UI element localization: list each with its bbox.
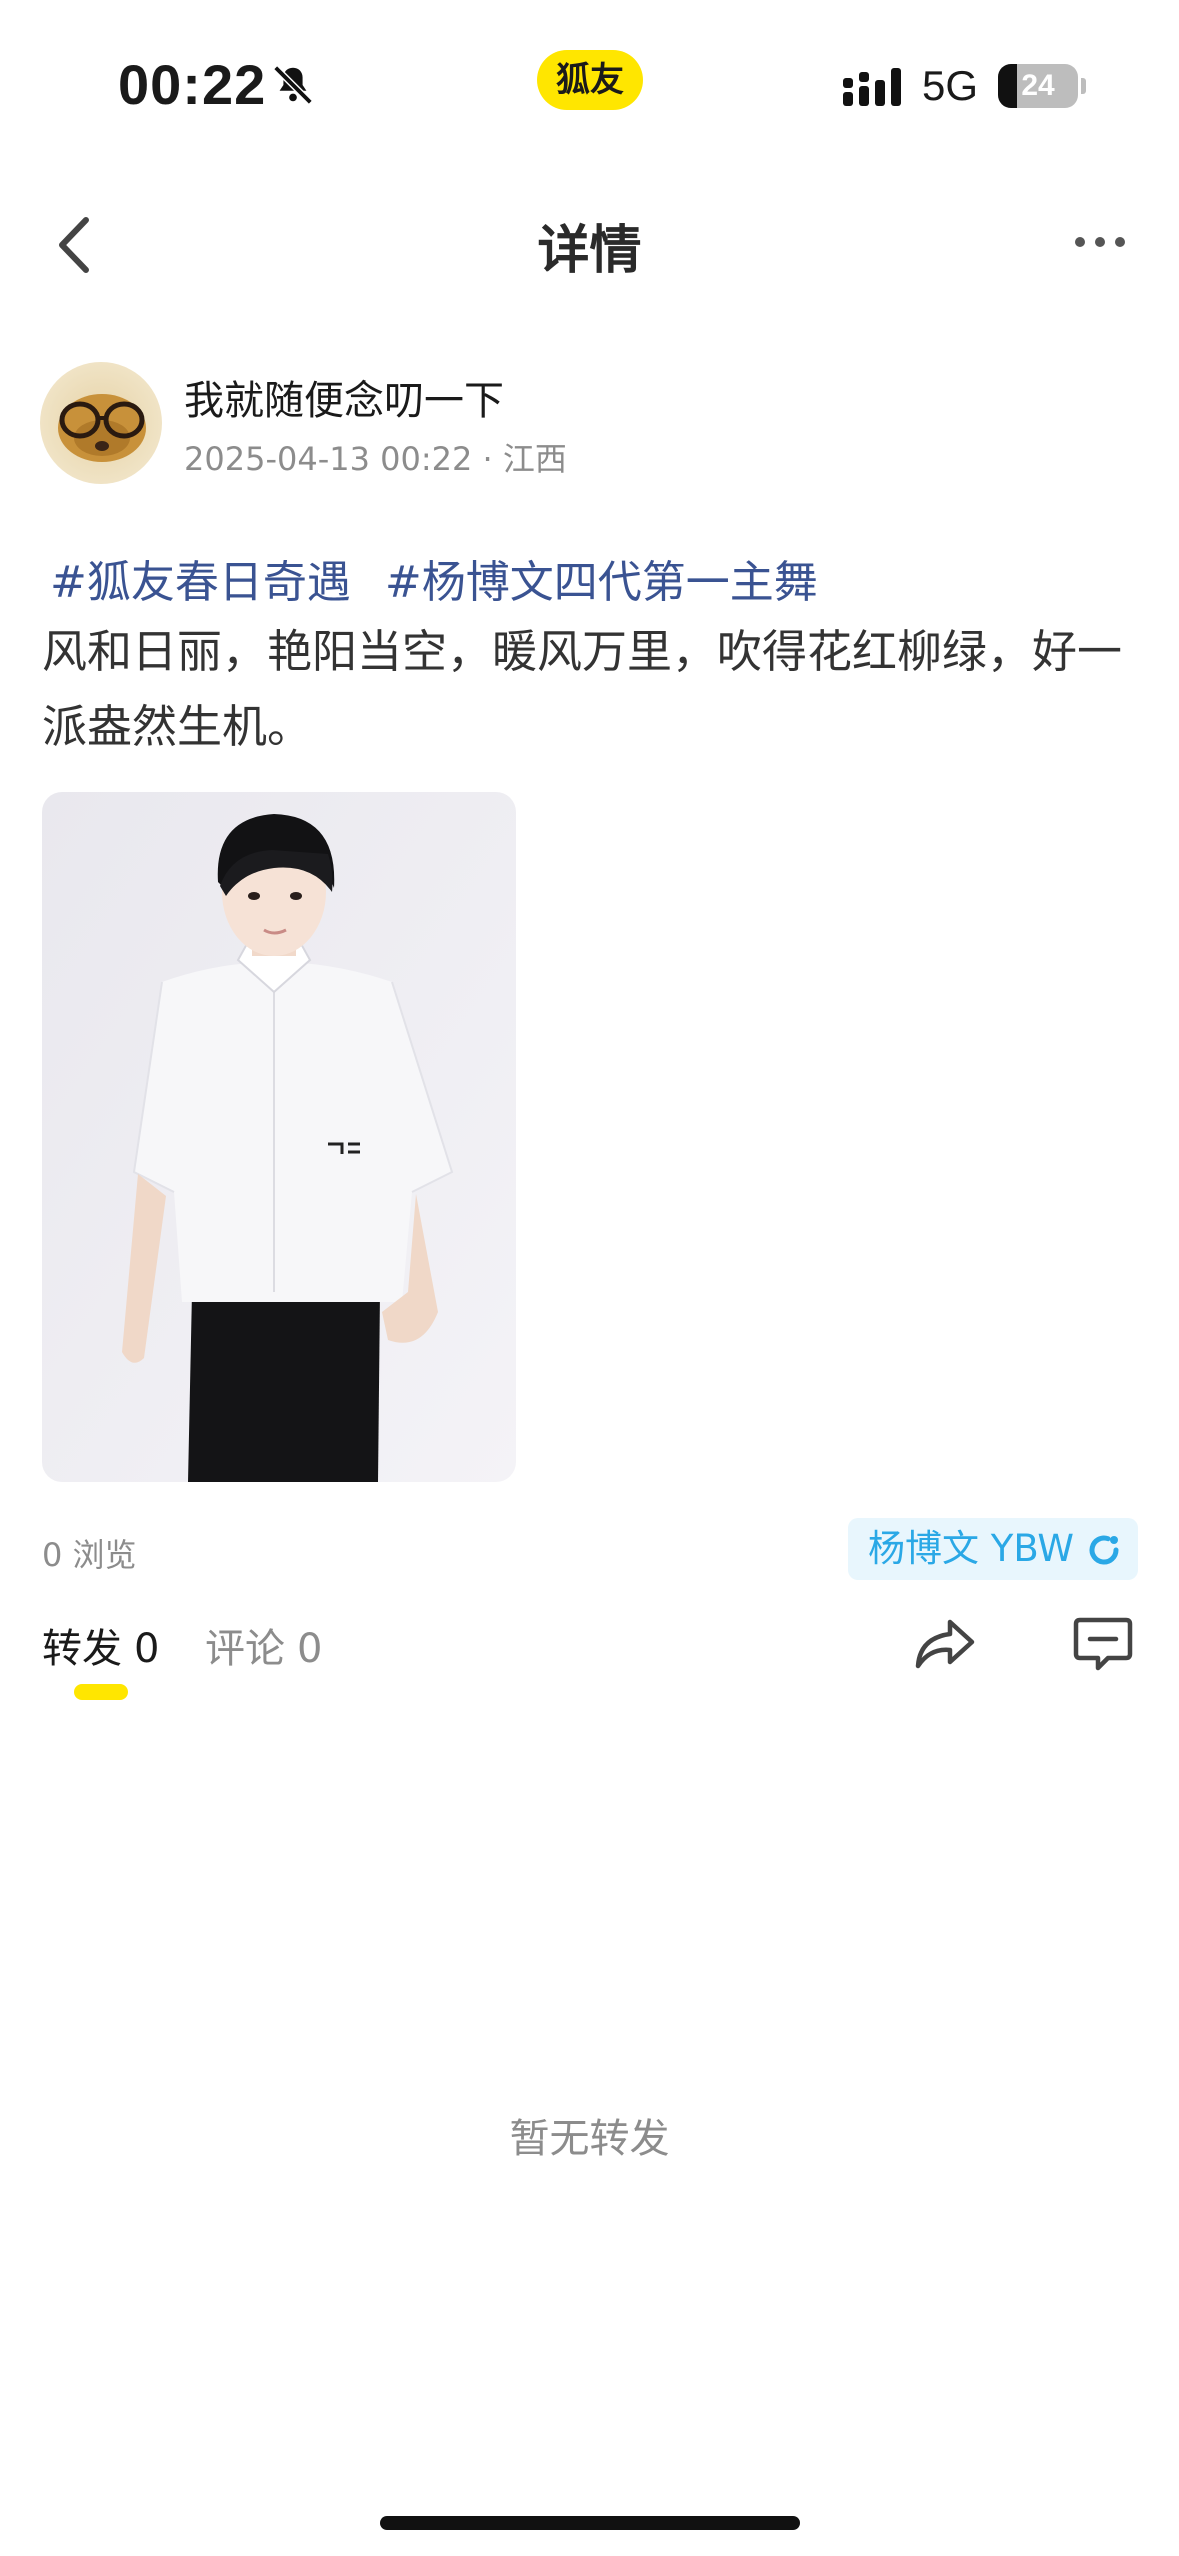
signal-icon bbox=[843, 68, 901, 106]
status-time: 00:22 bbox=[118, 53, 267, 116]
empty-state: 暂无转发 bbox=[509, 2116, 670, 2162]
battery-icon: 24 bbox=[998, 64, 1078, 108]
author-name[interactable]: 我就随便念叨一下 bbox=[184, 368, 504, 426]
hashtag-link[interactable]: #狐友春日奇遇 bbox=[50, 557, 351, 608]
battery-level: 24 bbox=[1021, 69, 1055, 102]
tab-comment-label: 评论 bbox=[205, 1626, 285, 1672]
avatar[interactable] bbox=[40, 362, 162, 484]
post-meta: 2025-04-13 00:22 · 江西 bbox=[184, 440, 567, 478]
more-dots-icon[interactable] bbox=[1070, 222, 1130, 262]
battery-nub bbox=[1081, 78, 1086, 94]
topic-chip[interactable]: 杨博文 YBW bbox=[848, 1518, 1138, 1580]
tab-comment[interactable]: 评论 0 bbox=[205, 1616, 322, 1674]
tab-forward-label: 转发 bbox=[42, 1626, 122, 1672]
view-count: 0 浏览 bbox=[42, 1536, 137, 1574]
app-badge: 狐友 bbox=[537, 50, 643, 110]
network-label: 5G bbox=[922, 62, 979, 109]
post-photo[interactable] bbox=[42, 792, 516, 1482]
page-title: 详情 bbox=[537, 221, 642, 281]
refresh-icon bbox=[1089, 1535, 1119, 1565]
hashtag-link[interactable]: #杨博文四代第一主舞 bbox=[385, 557, 818, 608]
hashtag-row: #狐友春日奇遇 #杨博文四代第一主舞 bbox=[50, 546, 818, 610]
tab-forward-count: 0 bbox=[134, 1626, 160, 1672]
tab-forward[interactable]: 转发 0 bbox=[42, 1616, 159, 1674]
tab-active-indicator bbox=[74, 1684, 128, 1700]
bell-muted-icon bbox=[273, 65, 313, 105]
comment-bubble-icon[interactable] bbox=[1072, 1614, 1134, 1674]
share-icon[interactable] bbox=[912, 1614, 978, 1674]
home-indicator[interactable] bbox=[380, 2516, 800, 2530]
tab-comment-count: 0 bbox=[297, 1626, 323, 1672]
post-body: 风和日丽，艳阳当空，暖风万里，吹得花红柳绿，好一派盎然生机。 bbox=[42, 625, 1123, 753]
topic-chip-label: 杨博文 YBW bbox=[868, 1527, 1075, 1570]
